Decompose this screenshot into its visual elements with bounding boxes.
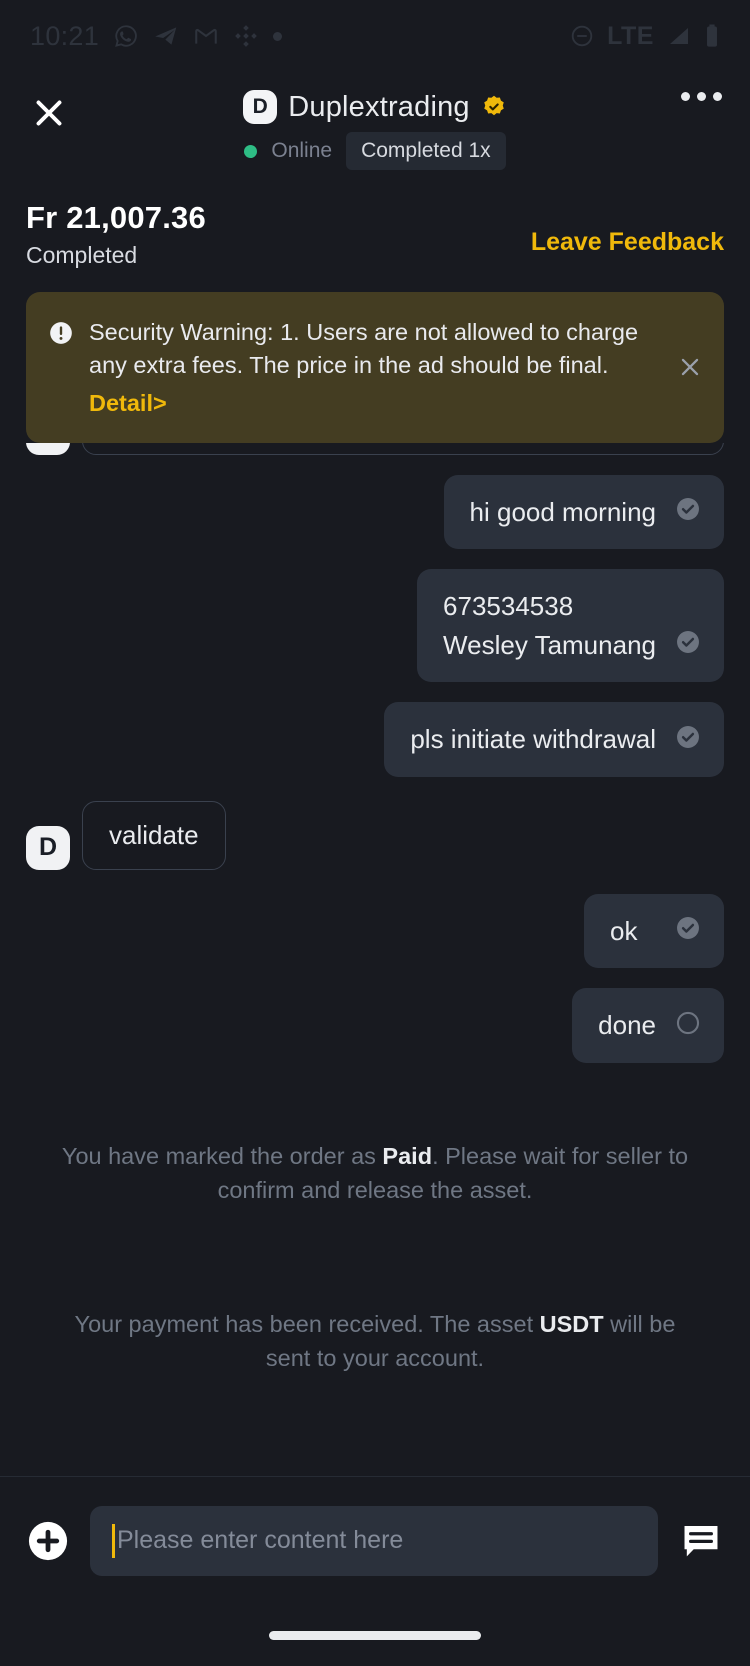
merchant-title-row: D Duplextrading	[243, 90, 507, 124]
message-bubble-incoming: validate	[82, 800, 226, 870]
chat-header: D Duplextrading Online Completed 1x	[0, 72, 750, 184]
quick-reply-icon[interactable]	[678, 1518, 724, 1564]
message-row: pls initiate withdrawal	[26, 702, 724, 777]
system-message: Your payment has been received. The asse…	[26, 1307, 724, 1375]
message-status-pending-icon	[674, 1009, 702, 1042]
page-title: Duplextrading	[288, 90, 470, 123]
system-message-part: You have marked the order as	[61, 1142, 383, 1169]
order-amount: Fr 21,007.36	[26, 200, 206, 235]
verified-badge-icon	[481, 94, 507, 120]
message-bubble-outgoing: ok	[584, 893, 724, 969]
message-bubble-outgoing: 673534538 Wesley Tamunang	[417, 569, 724, 683]
message-row: D validate	[26, 800, 724, 870]
message-status-delivered-icon	[674, 723, 702, 756]
online-status-label: Online	[271, 139, 333, 162]
security-warning-banner: Security Warning: 1. Users are not allow…	[26, 292, 724, 443]
avatar	[26, 442, 70, 455]
message-status-delivered-icon	[674, 495, 702, 528]
text-cursor	[112, 1523, 115, 1558]
status-bar-right: LTE	[569, 22, 720, 51]
plus-circle-icon[interactable]	[26, 1519, 70, 1563]
message-text: 673534538 Wesley Tamunang	[443, 591, 656, 660]
warning-icon	[48, 320, 74, 351]
system-message-highlight: USDT	[539, 1310, 604, 1337]
message-text: ok	[610, 915, 638, 946]
message-row: ok	[26, 893, 724, 969]
message-status-delivered-icon	[674, 914, 702, 947]
message-text: validate	[109, 819, 199, 850]
message-input-bar: Please enter content here	[0, 1476, 750, 1604]
close-icon[interactable]	[26, 90, 72, 136]
warning-detail-link[interactable]: Detail>	[89, 390, 668, 417]
dismiss-warning-icon[interactable]	[674, 351, 706, 383]
security-warning-wrapper: Security Warning: 1. Users are not allow…	[0, 292, 750, 443]
message-bubble-outgoing: done	[572, 988, 724, 1063]
system-message-highlight: Paid	[382, 1142, 433, 1169]
leave-feedback-button[interactable]: Leave Feedback	[531, 228, 724, 257]
chat-screen: 10:21 LTE D Duplextrading Online Complet…	[0, 0, 750, 1666]
message-text: done	[598, 1010, 656, 1041]
status-bar-left: 10:21	[30, 20, 283, 52]
more-options-icon[interactable]	[681, 92, 722, 101]
security-warning-text: Security Warning: 1. Users are not allow…	[89, 319, 639, 379]
telegram-icon	[153, 23, 179, 49]
status-bar: 10:21 LTE	[0, 0, 750, 72]
avatar: D	[26, 825, 70, 870]
order-amount-block: Fr 21,007.36 Completed	[26, 200, 206, 269]
completed-orders-badge: Completed 1x	[346, 132, 506, 170]
message-input[interactable]: Please enter content here	[90, 1505, 658, 1576]
network-type: LTE	[607, 21, 654, 50]
gmail-icon	[193, 23, 219, 49]
system-message-part: Your payment has been received. The asse…	[74, 1310, 540, 1337]
message-status-delivered-icon	[674, 628, 702, 661]
message-list[interactable]: hi good morning 673534538 Wesley Tamunan…	[0, 442, 750, 1476]
system-message: You have marked the order as Paid. Pleas…	[26, 1139, 724, 1207]
message-bubble-outgoing: hi good morning	[443, 474, 724, 550]
avatar: D	[243, 90, 278, 124]
binance-icon	[233, 23, 259, 49]
message-bubble-empty	[82, 442, 724, 455]
message-input-placeholder: Please enter content here	[117, 1526, 404, 1554]
message-bubble-outgoing: pls initiate withdrawal	[384, 702, 724, 777]
order-summary: Fr 21,007.36 Completed Leave Feedback	[0, 184, 750, 292]
merchant-status-row: Online Completed 1x	[244, 132, 506, 170]
message-row: 673534538 Wesley Tamunang	[26, 569, 724, 683]
message-text: pls initiate withdrawal	[410, 724, 656, 755]
message-row	[26, 442, 724, 455]
message-text: hi good morning	[469, 496, 656, 527]
online-status-dot-icon	[244, 144, 258, 158]
message-row: hi good morning	[26, 474, 724, 550]
message-row: done	[26, 988, 724, 1063]
status-time: 10:21	[30, 20, 100, 51]
security-warning-body: Security Warning: 1. Users are not allow…	[89, 316, 702, 417]
order-status: Completed	[26, 242, 138, 268]
home-indicator	[0, 1604, 750, 1666]
dot-icon	[273, 31, 283, 41]
whatsapp-icon	[113, 23, 139, 49]
do-not-disturb-icon	[569, 23, 595, 49]
signal-icon	[666, 24, 692, 48]
battery-icon	[704, 23, 720, 49]
